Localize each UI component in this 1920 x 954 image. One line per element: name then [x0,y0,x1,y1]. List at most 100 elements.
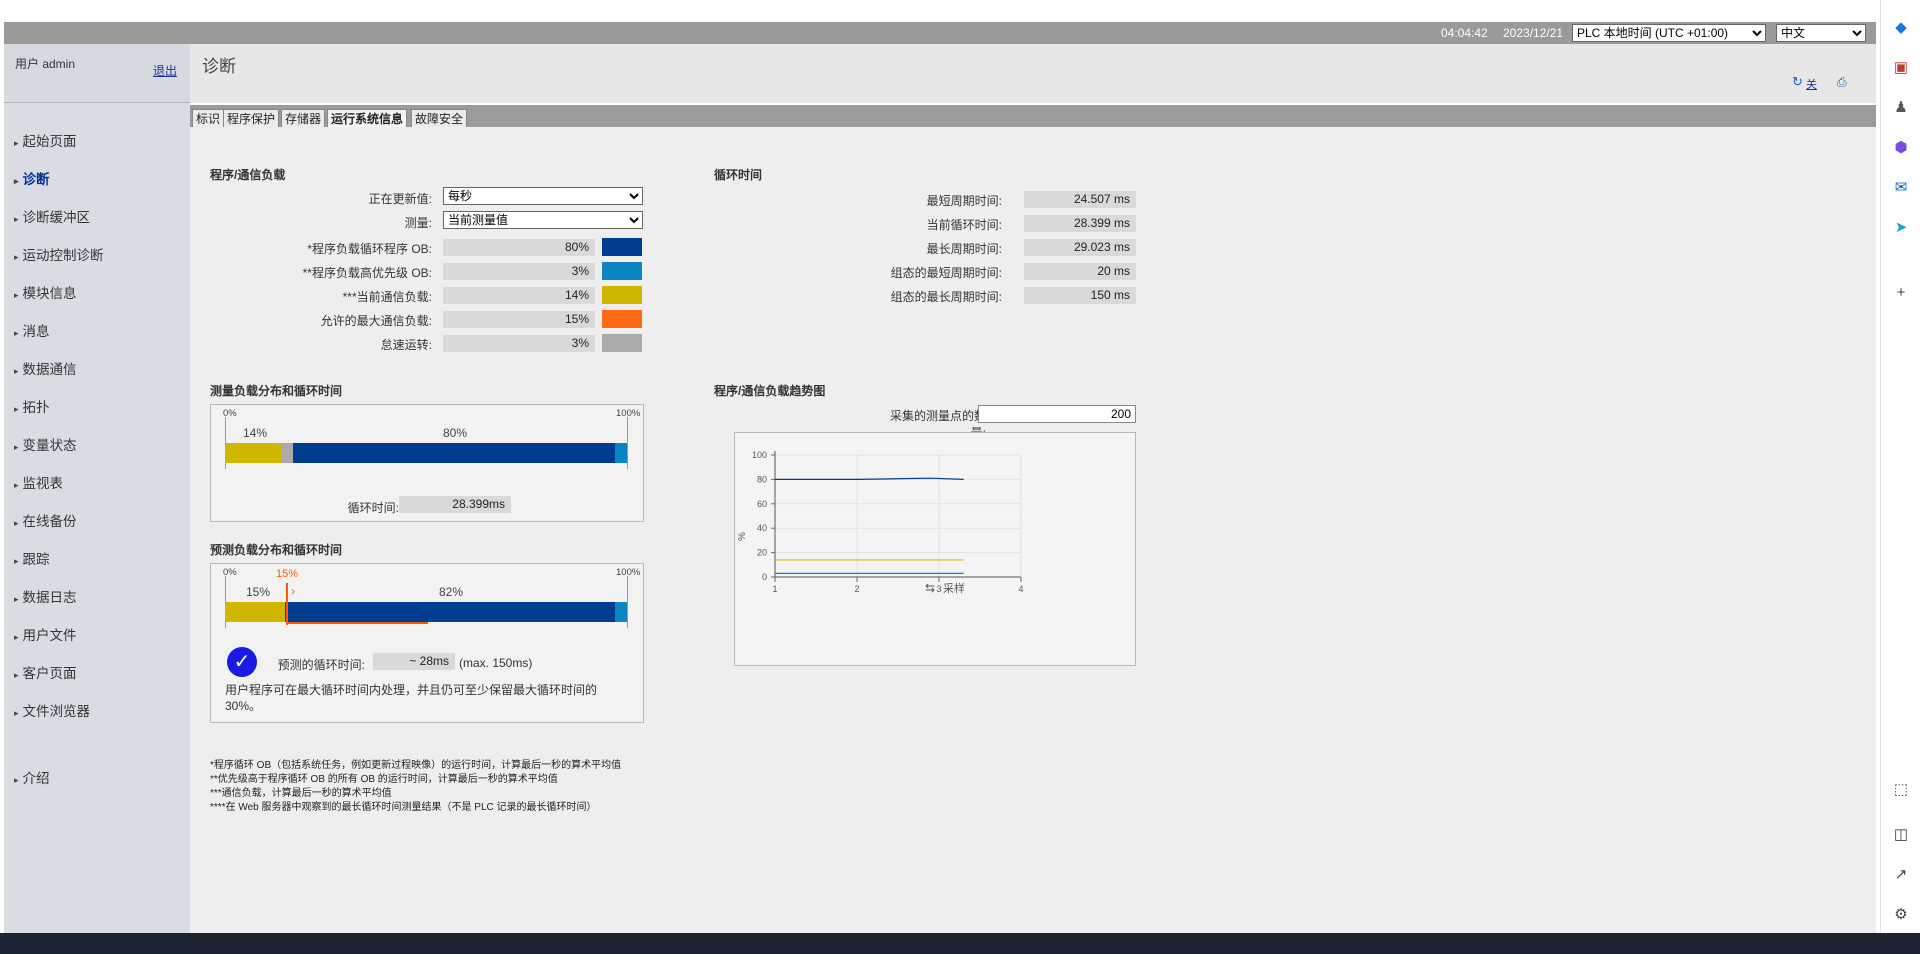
tab-fail-safe[interactable]: 故障安全 [411,109,468,127]
x-tick-label: 3 [936,584,941,594]
predicted-note: 用户程序可在最大循环时间内处理，并且仍可至少保留最大循环时间的30%。 [225,683,598,713]
caret-right-icon: ▸ [14,670,19,680]
sidebar-item-module-info[interactable]: ▸ 模块信息 [14,282,77,302]
sidebar-item-diagnostic-buffer[interactable]: ▸ 诊断缓冲区 [14,206,90,226]
tab-runtime-info[interactable]: 运行系统信息 [327,109,408,127]
outlook-icon[interactable]: ✉ [1891,178,1911,198]
sample-count-input[interactable] [978,405,1136,423]
caret-right-icon: ▸ [14,290,19,300]
caret-right-icon: ▸ [14,328,19,338]
header-date: 2023/12/21 [1503,26,1564,40]
sidebar-toggle-icon[interactable]: ◫ [1891,825,1911,845]
refresh-icon[interactable]: ↻ [1792,74,1803,90]
caret-right-icon: ▸ [14,252,19,262]
trend-chart-panel: 0 20 40 60 80 100 1 2 3 4 % ⇆ 采样 [734,432,1136,666]
top-white-area [0,0,1880,22]
sidebar-item-user-files[interactable]: ▸ 用户文件 [14,624,77,644]
caret-right-icon: ▸ [14,404,19,414]
sidebar-item-online-backup[interactable]: ▸ 在线备份 [14,510,77,530]
cycle-row-label: 最长周期时间: [926,242,1002,256]
sidebar-item-messages[interactable]: ▸ 消息 [14,320,50,340]
y-axis-label: % [737,532,748,541]
caret-right-icon: ▸ [14,138,19,148]
siemens-logo [40,0,150,4]
marker-arrow-icon: › [291,584,295,598]
cycle-time-label: 循环时间: [347,501,399,515]
measure-select[interactable]: 当前测量值 [443,211,643,229]
user-label: 用户 admin [15,57,76,71]
sidebar-item-tag-status[interactable]: ▸ 变量状态 [14,434,77,454]
load-row-value: 15% [443,311,595,328]
load-row-value: 3% [443,335,595,352]
print-icon[interactable]: ⎙ [1837,75,1847,90]
cycle-row-label: 最短周期时间: [926,194,1002,208]
y-tick-label: 0 [762,572,767,582]
sidebar-item-data-log[interactable]: ▸ 数据日志 [14,586,77,606]
y-tick-label: 20 [757,548,767,558]
caret-right-icon: ▸ [14,632,19,642]
sidebar-item-file-browser[interactable]: ▸ 文件浏览器 [14,700,90,720]
sidebar-item-user-pages[interactable]: ▸ 客户页面 [14,662,77,682]
load-row-label: 怠速运转: [380,338,432,352]
add-icon[interactable]: + [1891,283,1911,303]
chess-icon[interactable]: ♟ [1891,98,1911,118]
screenshot-icon[interactable]: ⬚ [1891,780,1911,800]
timezone-select[interactable]: PLC 本地时间 (UTC +01:00) [1572,24,1766,42]
sidebar-item-start-page[interactable]: ▸ 起始页面 [14,130,77,150]
settings-gear-icon[interactable]: ⚙ [1891,905,1911,925]
copilot-icon[interactable]: ⬢ [1891,138,1911,158]
caret-right-icon: ▸ [14,214,19,224]
comm-load-percent: 14% [243,426,268,440]
os-taskbar [0,933,1920,954]
user-panel: 用户 admin 退出 [4,44,190,103]
tab-identification[interactable]: 标识 [192,109,225,127]
y-tick-label: 60 [757,499,767,509]
load-bar-segment [614,602,627,622]
logout-link[interactable]: 退出 [153,62,177,79]
toolbox-icon[interactable]: ▣ [1891,58,1911,78]
caret-right-icon: ▸ [14,518,19,528]
language-select[interactable]: 中文 [1776,24,1866,42]
update-label: 正在更新值: [368,192,432,206]
page-title: 诊断 [202,57,236,76]
cycle-row-label: 当前循环时间: [926,218,1002,232]
x-tick-label: 1 [772,584,777,594]
max-comm-marker-line [286,583,288,625]
sidebar-item-topology[interactable]: ▸ 拓扑 [14,396,50,416]
load-row-value: 80% [443,239,595,256]
load-bar-segment [281,443,294,463]
load-section-title: 程序/通信负载 [210,168,286,182]
tab-memory[interactable]: 存储器 [281,109,326,127]
predicted-cycle-value: ~ 28ms [373,653,455,670]
sidebar-item-introduction[interactable]: ▸ 介绍 [14,767,50,787]
sidebar-item-communication[interactable]: ▸ 数据通信 [14,358,77,378]
measured-section-title: 测量负载分布和循环时间 [210,384,343,398]
cycle-row-label: 组态的最短周期时间: [890,266,1002,280]
footnote: **优先级高于程序循环 OB 的所有 OB 的运行时间，计算最后一秒的算术平均值 [210,774,558,785]
external-link-icon[interactable]: ↗ [1891,865,1911,885]
caret-right-icon: ▸ [14,594,19,604]
y-tick-label: 100 [752,450,767,460]
sidebar-item-diagnostics[interactable]: ▸ 诊断 [14,168,50,188]
tab-program-protection[interactable]: 程序保护 [223,109,280,127]
load-row-label: 允许的最大通信负载: [320,314,432,328]
refresh-off-link[interactable]: 关 [1806,76,1817,92]
title-area: 诊断 ↻ 关 ⎙ [190,44,1876,103]
pan-arrows-icon[interactable]: ⇆ [925,581,935,595]
tag-icon[interactable]: ◆ [1891,18,1911,38]
sidebar-item-watch-table[interactable]: ▸ 监视表 [14,472,63,492]
sidebar-item-motion-control[interactable]: ▸ 运动控制诊断 [14,244,104,264]
y-tick-label: 80 [757,474,767,484]
cycle-time-value: 28.399ms [399,496,511,513]
sidebar-item-trace[interactable]: ▸ 跟踪 [14,548,50,568]
x-axis-label: 采样 [943,581,965,595]
browser-sidebar: ◆ ▣ ♟ ⬢ ✉ ➤ + ⬚ ◫ ↗ ⚙ [1880,0,1920,954]
cycle-row-value: 150 ms [1024,287,1136,304]
header-time: 04:04:42 [1441,26,1488,40]
update-select[interactable]: 每秒 [443,187,643,205]
axis-max-label: 100% [616,408,641,419]
cycle-section-title: 循环时间 [714,168,763,182]
cycle-row-value: 24.507 ms [1024,191,1136,208]
color-swatch [602,262,642,280]
send-icon[interactable]: ➤ [1891,218,1911,238]
